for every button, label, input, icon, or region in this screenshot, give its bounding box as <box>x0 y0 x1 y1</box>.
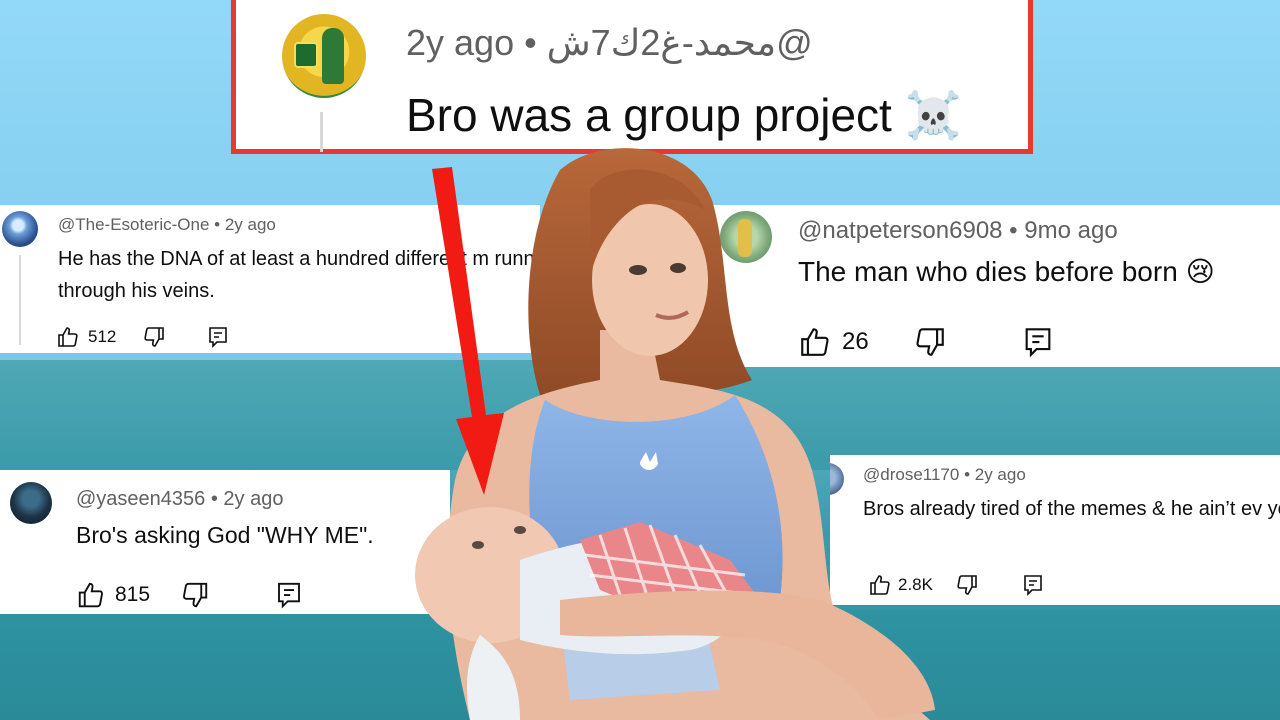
comment-text: The man who dies before born 😢 <box>798 255 1215 288</box>
like-icon[interactable] <box>76 580 106 610</box>
comment-card: @drose1170 • 2y ago Bros already tired o… <box>830 455 1280 605</box>
comment-body: The man who dies before born <box>798 256 1178 287</box>
background-teal-band <box>0 360 1280 470</box>
comment-actions: 815 <box>76 580 304 610</box>
red-arrow-icon <box>432 167 504 495</box>
comment-handle[interactable]: @natpeterson6908 <box>798 217 1003 244</box>
comment-age: 2y ago <box>406 22 515 63</box>
comment-text: Bro was a group project ☠️ <box>406 88 962 143</box>
dislike-icon[interactable] <box>913 325 947 359</box>
comment-handle[interactable]: @drose1170 <box>863 465 959 484</box>
avatar[interactable] <box>2 211 38 247</box>
reply-icon[interactable] <box>1021 573 1045 597</box>
comment-age: 9mo ago <box>1024 217 1118 244</box>
comment-actions: 512 <box>56 325 230 349</box>
comment-meta: @natpeterson6908 • 9mo ago <box>798 217 1118 244</box>
comment-actions: 2.8K <box>868 573 1045 597</box>
comment-handle[interactable]: @The-Esoteric-One <box>58 215 209 234</box>
avatar[interactable] <box>282 14 366 98</box>
skull-emoji: ☠️ <box>904 89 962 141</box>
comment-text: Bro's asking God "WHY ME". <box>76 522 374 548</box>
crying-emoji: 😢 <box>1185 256 1215 287</box>
thread-line <box>320 112 323 152</box>
comment-card: @natpeterson6908 • 9mo ago The man who d… <box>700 205 1280 367</box>
like-icon[interactable] <box>798 325 832 359</box>
comment-meta: 2y ago • @محمد-غ2ك7ش <box>406 22 813 64</box>
comment-meta: @drose1170 • 2y ago <box>863 465 1026 484</box>
like-count: 2.8K <box>898 575 933 594</box>
meta-separator: • <box>514 22 547 63</box>
background-deep-teal-band <box>0 610 1280 720</box>
like-icon[interactable] <box>56 325 80 349</box>
avatar[interactable] <box>720 211 772 263</box>
highlighted-comment: 2y ago • @محمد-غ2ك7ش Bro was a group pro… <box>231 0 1033 154</box>
comment-age: 2y ago <box>974 465 1026 484</box>
comment-handle[interactable]: @محمد-غ2ك7ش <box>547 22 813 63</box>
like-count: 815 <box>115 583 151 606</box>
comment-body: Bro was a group project <box>406 89 892 141</box>
like-count: 512 <box>88 327 117 346</box>
comment-text: Bros already tired of the memes & he ain… <box>863 498 1280 520</box>
player-figure <box>322 28 344 84</box>
avatar[interactable] <box>10 482 52 524</box>
reply-icon[interactable] <box>206 325 230 349</box>
like-count: 26 <box>842 328 869 355</box>
comment-actions: 26 <box>798 325 1055 359</box>
figure-icon <box>738 219 752 257</box>
baby-eye <box>472 541 484 549</box>
comment-card: @yaseen4356 • 2y ago Bro's asking God "W… <box>0 470 450 614</box>
crest-icon <box>294 42 318 68</box>
dislike-icon[interactable] <box>142 325 166 349</box>
like-icon[interactable] <box>868 573 892 597</box>
avatar[interactable] <box>830 463 844 495</box>
reply-icon[interactable] <box>1021 325 1055 359</box>
comment-handle[interactable]: @yaseen4356 <box>76 488 205 510</box>
baby-eye <box>514 526 526 534</box>
comment-age: 2y ago <box>224 215 276 234</box>
comment-meta: @yaseen4356 • 2y ago <box>76 488 284 510</box>
thread-line <box>19 255 21 345</box>
comment-age: 2y ago <box>223 488 284 510</box>
dislike-icon[interactable] <box>955 573 979 597</box>
dislike-icon[interactable] <box>180 580 210 610</box>
gingham-overalls <box>580 522 760 610</box>
comment-meta: @The-Esoteric-One • 2y ago <box>58 215 276 234</box>
reply-icon[interactable] <box>274 580 304 610</box>
